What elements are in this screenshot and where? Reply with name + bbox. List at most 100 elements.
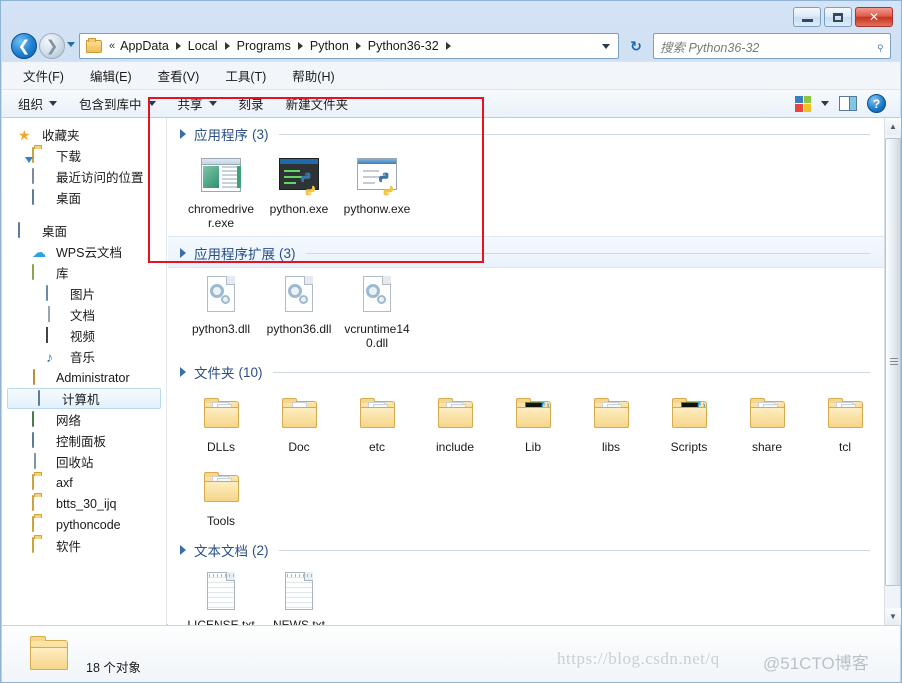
control-panel-icon <box>32 431 50 449</box>
menu-item-help[interactable]: 帮助(H) <box>287 63 339 88</box>
sidebar-item-administrator[interactable]: Administrator <box>2 367 166 388</box>
vertical-scrollbar[interactable]: ▲ ▼ <box>884 118 901 625</box>
folder-name: include <box>435 440 475 454</box>
menu-item-tools[interactable]: 工具(T) <box>220 63 271 88</box>
maximize-button[interactable] <box>824 7 852 27</box>
folder-name: DLLs <box>206 440 235 454</box>
preview-pane-icon[interactable] <box>839 96 857 111</box>
share-button[interactable]: 共享 <box>178 94 217 113</box>
burn-button[interactable]: 刻录 <box>239 94 264 113</box>
scrollbar-grip-icon <box>890 358 898 366</box>
group-header-text-documents[interactable]: 文本文档 (2) <box>168 534 884 564</box>
back-button[interactable]: ❮ <box>11 33 37 59</box>
folder-tile[interactable]: DLLs <box>182 386 260 460</box>
breadcrumb-item[interactable]: Python36-32 <box>366 38 441 54</box>
folder-tile[interactable]: ↻ Scripts <box>650 386 728 460</box>
sidebar-item-documents[interactable]: 文档 <box>2 304 166 325</box>
breadcrumb-item[interactable]: Python <box>308 38 351 54</box>
file-tile[interactable]: chromedriver.exe <box>182 148 260 236</box>
sidebar-item-label: 桌面 <box>56 192 82 206</box>
folder-tile[interactable]: etc <box>338 386 416 460</box>
sidebar-item-computer[interactable]: 计算机 <box>7 388 161 409</box>
folder-tile[interactable]: ↻ Lib <box>494 386 572 460</box>
scroll-down-button[interactable]: ▼ <box>885 608 901 625</box>
file-tile[interactable]: python.exe <box>260 148 338 236</box>
file-name: python3.dll <box>191 322 251 336</box>
sidebar-item-control-panel[interactable]: 控制面板 <box>2 430 166 451</box>
sidebar-item-recent-places[interactable]: 最近访问的位置 <box>2 166 166 187</box>
forward-button[interactable]: ❯ <box>39 33 65 59</box>
scrollbar-thumb[interactable] <box>885 138 901 586</box>
sidebar-item-label: btts_30_ijq <box>56 496 117 511</box>
sidebar-item-videos[interactable]: 视频 <box>2 325 166 346</box>
sidebar-item-desktop[interactable]: 桌面 <box>2 220 166 241</box>
collapse-triangle-icon[interactable] <box>180 367 186 377</box>
sidebar-item-pictures[interactable]: 图片 <box>2 283 166 304</box>
folder-name: etc <box>368 440 385 454</box>
sidebar-item-music[interactable]: ♪ 音乐 <box>2 346 166 367</box>
sidebar-item-axf[interactable]: axf <box>2 472 166 493</box>
pythonw-icon <box>354 152 400 198</box>
search-input[interactable]: 搜索 Python36-32 <box>660 37 759 56</box>
group-header-applications[interactable]: 应用程序 (3) <box>168 118 884 148</box>
file-tile[interactable]: NEWS.txt <box>260 564 338 625</box>
file-tile[interactable]: vcruntime140.dll <box>338 268 416 356</box>
address-breadcrumb-bar[interactable]: « AppData Local Programs Python Python36… <box>79 33 619 59</box>
file-tile[interactable]: python36.dll <box>260 268 338 356</box>
folder-tile[interactable]: tcl <box>806 386 884 460</box>
sidebar-item-wps-cloud[interactable]: ☁ WPS云文档 <box>2 241 166 262</box>
dll-icon <box>276 272 322 318</box>
navigation-pane[interactable]: ★ 收藏夹 下载 最近访问的位置 桌面 桌面 ☁ WPS云文档 库 图片 文档 … <box>2 118 167 625</box>
sidebar-item-software[interactable]: 软件 <box>2 535 166 556</box>
explorer-window: ✕ ❮ ❯ « AppData Local Programs Python Py… <box>0 0 902 683</box>
organize-button[interactable]: 组织 <box>18 94 58 113</box>
folder-tile[interactable]: libs <box>572 386 650 460</box>
group-header-folders[interactable]: 文件夹 (10) <box>168 356 884 386</box>
search-box[interactable]: 搜索 Python36-32 ⌕ <box>653 33 891 59</box>
view-dropdown-icon[interactable] <box>821 101 829 106</box>
folder-tile[interactable]: Doc <box>260 386 338 460</box>
breadcrumb-item[interactable]: Programs <box>235 38 293 54</box>
group-header-extensions[interactable]: 应用程序扩展 (3) <box>168 236 884 268</box>
file-tile[interactable]: LICENSE.txt <box>182 564 260 625</box>
file-list-pane[interactable]: 应用程序 (3) chromedriver.exe python.exe pyt… <box>168 118 884 625</box>
folder-tile[interactable]: Tools <box>182 460 260 534</box>
new-folder-button[interactable]: 新建文件夹 <box>286 94 349 113</box>
recent-pages-dropdown-icon[interactable] <box>67 42 75 47</box>
include-in-library-button[interactable]: 包含到库中 <box>79 94 156 113</box>
group-rule <box>278 549 870 551</box>
collapse-triangle-icon[interactable] <box>180 129 186 139</box>
group-rule <box>305 252 870 254</box>
sidebar-item-desktop-fav[interactable]: 桌面 <box>2 187 166 208</box>
change-view-icon[interactable] <box>795 95 811 112</box>
menu-item-file[interactable]: 文件(F) <box>18 63 69 88</box>
refresh-icon: ↻ <box>630 37 642 54</box>
sidebar-item-pythoncode[interactable]: pythoncode <box>2 514 166 535</box>
python-logo-icon <box>301 172 315 196</box>
collapse-triangle-icon[interactable] <box>180 545 186 555</box>
address-dropdown-icon[interactable] <box>602 43 610 49</box>
sidebar-item-favorites[interactable]: ★ 收藏夹 <box>2 124 166 145</box>
folder-tile[interactable]: include <box>416 386 494 460</box>
chevron-down-icon <box>208 101 217 106</box>
breadcrumb-overflow[interactable]: « <box>109 40 115 52</box>
sidebar-item-downloads[interactable]: 下载 <box>2 145 166 166</box>
menu-item-view[interactable]: 查看(V) <box>153 63 205 88</box>
folder-tile[interactable]: share <box>728 386 806 460</box>
refresh-button[interactable]: ↻ <box>625 35 647 57</box>
sidebar-item-libraries[interactable]: 库 <box>2 262 166 283</box>
minimize-button[interactable] <box>793 7 821 27</box>
sidebar-item-btts30ijq[interactable]: btts_30_ijq <box>2 493 166 514</box>
close-button[interactable]: ✕ <box>855 7 893 27</box>
menu-item-edit[interactable]: 编辑(E) <box>85 63 137 88</box>
breadcrumb-item[interactable]: AppData <box>118 38 171 54</box>
scroll-up-button[interactable]: ▲ <box>885 118 901 135</box>
file-tile[interactable]: pythonw.exe <box>338 148 416 236</box>
file-tile[interactable]: python3.dll <box>182 268 260 356</box>
collapse-triangle-icon[interactable] <box>180 248 186 258</box>
group-title: 应用程序 <box>194 128 248 143</box>
breadcrumb-item[interactable]: Local <box>186 38 220 54</box>
sidebar-item-network[interactable]: 网络 <box>2 409 166 430</box>
help-icon[interactable]: ? <box>867 94 886 113</box>
sidebar-item-recycle-bin[interactable]: 回收站 <box>2 451 166 472</box>
